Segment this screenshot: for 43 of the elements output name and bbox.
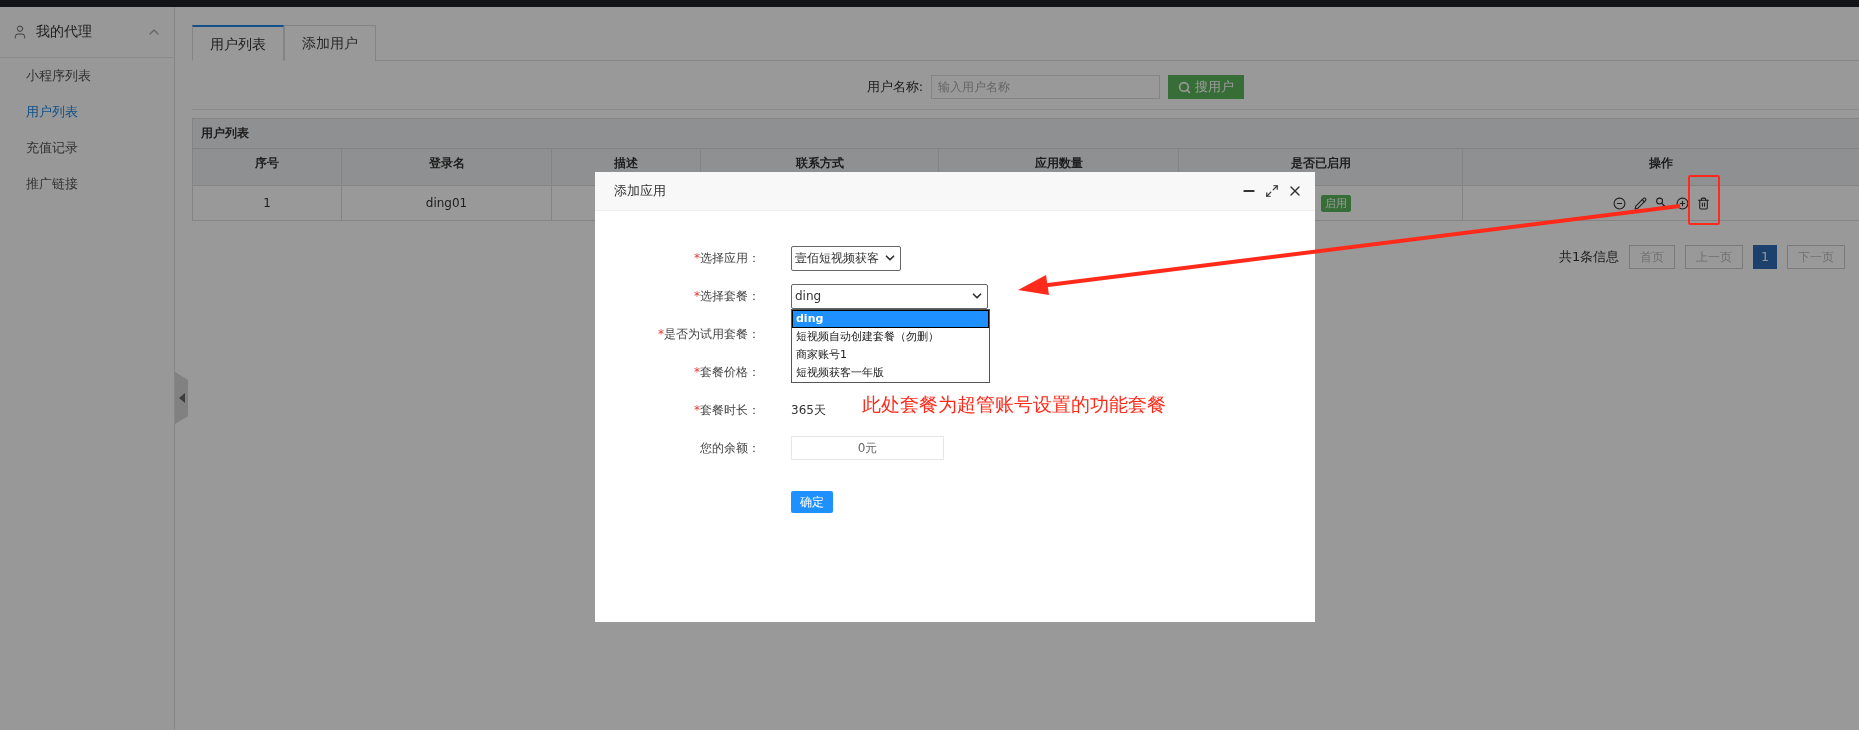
- required-mark: *: [694, 250, 700, 265]
- annotation-text: 此处套餐为超管账号设置的功能套餐: [862, 392, 1166, 417]
- required-mark: *: [694, 402, 700, 417]
- search-icon: [1178, 80, 1192, 94]
- delete-icon[interactable]: [1696, 196, 1710, 210]
- maximize-icon[interactable]: [1265, 184, 1279, 198]
- edit-icon[interactable]: [1633, 196, 1647, 210]
- field-label: 选择应用：: [700, 250, 760, 265]
- field-label: 套餐时长：: [700, 402, 760, 417]
- column-header: 序号: [193, 149, 342, 186]
- required-mark: *: [658, 326, 664, 341]
- column-header: 操作: [1463, 149, 1859, 186]
- disable-icon[interactable]: [1612, 196, 1626, 210]
- field-label: 是否为试用套餐：: [664, 326, 760, 341]
- pagination-summary: 共1条信息: [1559, 248, 1620, 266]
- required-mark: *: [694, 364, 700, 379]
- field-label: 选择套餐：: [700, 288, 760, 303]
- dropdown-option[interactable]: ding: [792, 309, 989, 328]
- select-field[interactable]: 壹佰短视频获客: [791, 245, 901, 271]
- required-mark: *: [694, 288, 700, 303]
- sidebar-item[interactable]: 用户列表: [0, 94, 174, 130]
- column-header: 登录名: [342, 149, 552, 186]
- tab[interactable]: 用户列表: [192, 25, 284, 61]
- field-value: 365天: [791, 401, 826, 419]
- search-label: 用户名称:: [866, 78, 924, 96]
- sidebar-item[interactable]: 推广链接: [0, 166, 174, 202]
- page-button[interactable]: 1: [1753, 245, 1777, 269]
- highlight-frame: [1688, 175, 1720, 225]
- table-cell: ding01: [342, 186, 552, 220]
- sidebar-item[interactable]: 充值记录: [0, 130, 174, 166]
- triangle-left-icon: [178, 393, 185, 403]
- field-label: 您的余额：: [700, 440, 760, 455]
- sidebar-header[interactable]: 我的代理: [36, 23, 138, 41]
- user-icon: [12, 24, 28, 40]
- tab[interactable]: 添加用户: [284, 25, 376, 61]
- table-cell: 1: [193, 186, 342, 220]
- confirm-button[interactable]: 确定: [791, 491, 833, 513]
- add-icon[interactable]: [1675, 196, 1689, 210]
- table-title: 用户列表: [193, 119, 1859, 149]
- balance-field[interactable]: 0元: [791, 436, 944, 460]
- status-badge: 启用: [1321, 194, 1351, 212]
- sidebar-item[interactable]: 小程序列表: [0, 58, 174, 94]
- field-label: 套餐价格：: [700, 364, 760, 379]
